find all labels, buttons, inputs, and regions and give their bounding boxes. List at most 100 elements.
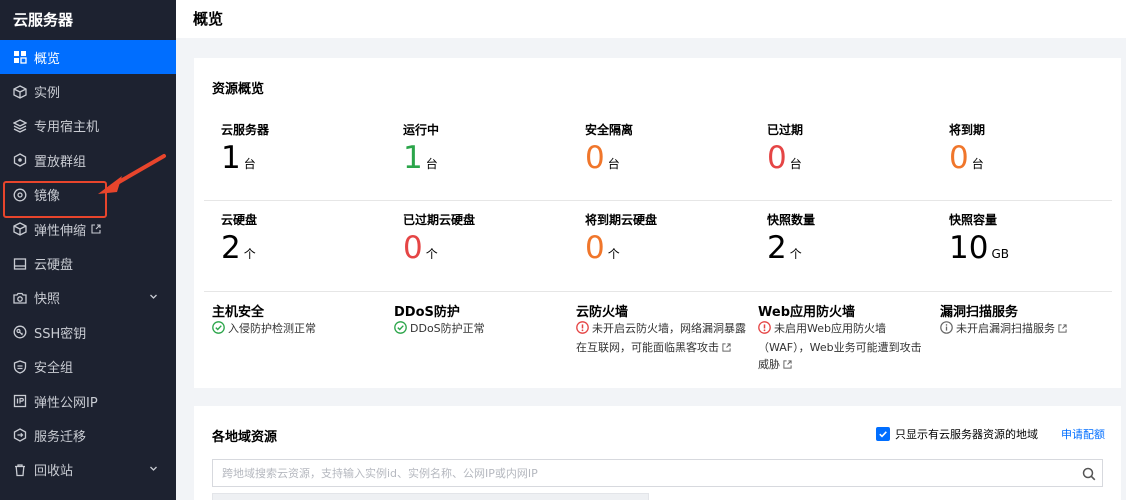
stat-label: 将到期 bbox=[949, 123, 986, 137]
stat-snapshot-capacity[interactable]: 快照容量 10 GB bbox=[949, 211, 1009, 265]
stat-isolated[interactable]: 安全隔离 0台 bbox=[585, 121, 634, 175]
stat-cvm-total[interactable]: 云服务器 1台 bbox=[221, 121, 270, 175]
resource-overview-card: 资源概览 云服务器 1台 运行中 1台 安全隔离 0台 已过期 0台 将到期 0… bbox=[194, 58, 1121, 388]
ip-icon bbox=[12, 394, 27, 409]
sidebar-item-label: 云硬盘 bbox=[34, 258, 74, 274]
stat-label: 将到期云硬盘 bbox=[585, 213, 658, 227]
layers-icon bbox=[12, 118, 27, 133]
sidebar-item-label: 快照 bbox=[34, 292, 61, 308]
stat-label: 运行中 bbox=[403, 123, 440, 137]
stat-label: 快照容量 bbox=[949, 213, 998, 227]
sidebar-item-label: 镜像 bbox=[34, 189, 61, 205]
migrate-icon bbox=[12, 428, 27, 443]
sidebar: 云服务器 概览 实例 专用宿主机 置放群组 镜像 弹性伸缩 云硬盘 快照 SSH… bbox=[0, 0, 176, 500]
security-status-text: 入侵防护检测正常 bbox=[228, 322, 316, 335]
sidebar-item-images[interactable]: 镜像 bbox=[0, 178, 176, 212]
stat-expiring-disk[interactable]: 将到期云硬盘 0个 bbox=[585, 211, 658, 265]
stat-value: 0个 bbox=[403, 230, 438, 266]
sidebar-item-overview[interactable]: 概览 bbox=[0, 40, 176, 75]
only-with-cvm-checkbox[interactable]: 只显示有云服务器资源的地域 bbox=[876, 426, 1038, 442]
security-title: DDoS防护 bbox=[394, 305, 460, 320]
stat-value: 0个 bbox=[585, 230, 620, 266]
security-waf: Web应用防火墙 未启用Web应用防火墙（WAF），Web业务可能遭到攻击威胁 bbox=[758, 301, 930, 374]
stat-expired-disk[interactable]: 已过期云硬盘 0个 bbox=[403, 211, 476, 265]
stat-expired[interactable]: 已过期 0台 bbox=[767, 121, 804, 175]
sidebar-item-security-group[interactable]: 安全组 bbox=[0, 350, 176, 384]
region-tab-strip bbox=[212, 493, 649, 500]
stat-label: 已过期云硬盘 bbox=[403, 213, 476, 227]
security-cloud-firewall: 云防火墙 未开启云防火墙，网络漏洞暴露在互联网，可能面临黑客攻击 bbox=[576, 301, 748, 357]
stat-value: 0台 bbox=[585, 140, 620, 176]
checkbox-checked-icon[interactable] bbox=[876, 427, 890, 441]
external-link-icon[interactable] bbox=[722, 340, 731, 357]
stat-expiring[interactable]: 将到期 0台 bbox=[949, 121, 986, 175]
sidebar-item-snapshots[interactable]: 快照 bbox=[0, 281, 176, 315]
external-link-icon[interactable] bbox=[1058, 321, 1067, 338]
region-search-input[interactable] bbox=[213, 460, 1073, 486]
sidebar-item-label: 概览 bbox=[34, 51, 61, 67]
sidebar-item-label: SSH密钥 bbox=[34, 326, 87, 342]
checkbox-label: 只显示有云服务器资源的地域 bbox=[895, 428, 1038, 441]
stat-label: 云服务器 bbox=[221, 123, 270, 137]
page-header: 概览 bbox=[176, 0, 1126, 38]
resource-overview-title: 资源概览 bbox=[212, 82, 265, 97]
sidebar-item-label: 弹性公网IP bbox=[34, 395, 98, 411]
divider bbox=[204, 291, 1112, 292]
stat-value: 10 GB bbox=[949, 230, 1009, 266]
sidebar-item-ssh-keys[interactable]: SSH密钥 bbox=[0, 315, 176, 349]
region-resources-title: 各地域资源 bbox=[212, 430, 278, 445]
external-link-icon bbox=[91, 224, 101, 234]
check-circle-icon bbox=[212, 321, 225, 339]
sidebar-item-label: 实例 bbox=[34, 86, 61, 102]
stat-running[interactable]: 运行中 1台 bbox=[403, 121, 440, 175]
stat-value: 1台 bbox=[221, 140, 256, 176]
stat-label: 已过期 bbox=[767, 123, 804, 137]
security-title: 主机安全 bbox=[212, 305, 265, 320]
chevron-down-icon[interactable] bbox=[149, 292, 158, 301]
sidebar-item-auto-scaling[interactable]: 弹性伸缩 bbox=[0, 212, 176, 246]
stat-label: 快照数量 bbox=[767, 213, 816, 227]
sidebar-item-dedicated-host[interactable]: 专用宿主机 bbox=[0, 109, 176, 143]
stat-value: 2个 bbox=[221, 230, 256, 266]
sidebar-item-elastic-ip[interactable]: 弹性公网IP bbox=[0, 384, 176, 418]
sidebar-brand: 云服务器 bbox=[13, 11, 74, 29]
cube-icon bbox=[12, 84, 27, 99]
stat-value: 1台 bbox=[403, 140, 438, 176]
sidebar-item-migration[interactable]: 服务迁移 bbox=[0, 418, 176, 452]
disc-icon bbox=[12, 187, 27, 202]
shield-icon bbox=[12, 359, 27, 374]
sidebar-item-label: 安全组 bbox=[34, 361, 74, 377]
stat-value: 2个 bbox=[767, 230, 802, 266]
security-title: 漏洞扫描服务 bbox=[940, 305, 1019, 320]
stat-snapshot-count[interactable]: 快照数量 2个 bbox=[767, 211, 816, 265]
sidebar-item-instances[interactable]: 实例 bbox=[0, 74, 176, 108]
error-circle-icon bbox=[758, 321, 771, 339]
stat-value: 0台 bbox=[949, 140, 984, 176]
chevron-down-icon[interactable] bbox=[149, 464, 158, 473]
key-icon bbox=[12, 325, 27, 340]
external-link-icon[interactable] bbox=[783, 357, 792, 374]
security-ddos: DDoS防护 DDoS防护正常 bbox=[394, 301, 566, 339]
stat-cloud-disk[interactable]: 云硬盘 2个 bbox=[221, 211, 258, 265]
security-title: 云防火墙 bbox=[576, 305, 629, 320]
sidebar-item-placement-group[interactable]: 置放群组 bbox=[0, 143, 176, 177]
sidebar-item-label: 服务迁移 bbox=[34, 429, 87, 445]
search-icon[interactable] bbox=[1082, 466, 1096, 485]
stat-label: 安全隔离 bbox=[585, 123, 634, 137]
security-vuln-scan: 漏洞扫描服务 未开启漏洞扫描服务 bbox=[940, 301, 1112, 339]
sidebar-item-label: 置放群组 bbox=[34, 154, 87, 170]
security-status-text: 未开启云防火墙，网络漏洞暴露在互联网，可能面临黑客攻击 bbox=[576, 322, 746, 354]
trash-icon bbox=[12, 462, 27, 477]
sidebar-item-cloud-disk[interactable]: 云硬盘 bbox=[0, 246, 176, 280]
sidebar-item-label: 专用宿主机 bbox=[34, 120, 100, 136]
hexagon-group-icon bbox=[12, 153, 27, 168]
sidebar-item-label: 弹性伸缩 bbox=[34, 223, 87, 239]
region-search-box bbox=[212, 459, 1103, 487]
region-resources-card: 各地域资源 只显示有云服务器资源的地域 申请配额 bbox=[194, 406, 1121, 500]
stat-label: 云硬盘 bbox=[221, 213, 258, 227]
sidebar-item-recycle-bin[interactable]: 回收站 bbox=[0, 453, 176, 487]
apply-quota-link[interactable]: 申请配额 bbox=[1061, 426, 1105, 442]
security-host: 主机安全 入侵防护检测正常 bbox=[212, 301, 384, 339]
info-circle-icon bbox=[940, 321, 953, 339]
grid-icon bbox=[12, 50, 27, 65]
